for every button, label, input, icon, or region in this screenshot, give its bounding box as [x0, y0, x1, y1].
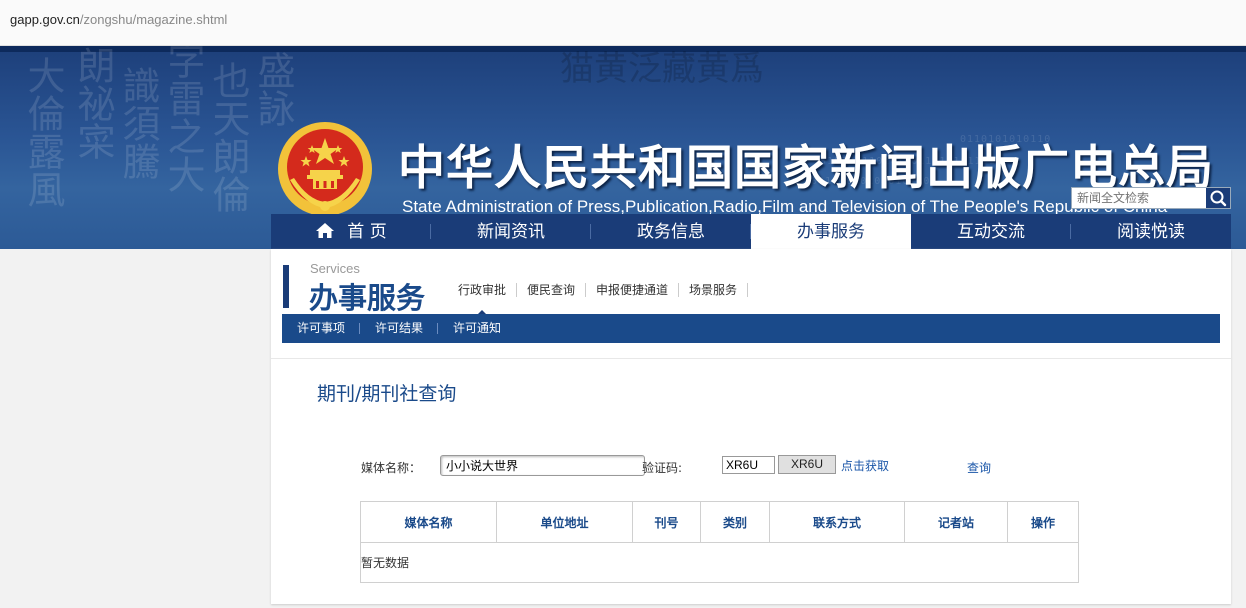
nav-item-label: 首 页 — [347, 222, 387, 242]
main-nav: 首 页 新闻资讯 政务信息 办事服务 互动交流 阅读悦读 — [271, 214, 1231, 249]
nav-item-home[interactable]: 首 页 — [271, 214, 431, 249]
home-icon — [316, 223, 335, 238]
query-button[interactable]: 查询 — [967, 459, 991, 476]
section-label-english: Services — [310, 261, 360, 276]
nav-item-services[interactable]: 办事服务 — [751, 214, 911, 249]
nav-item-label: 办事服务 — [797, 222, 865, 242]
nav-item-news[interactable]: 新闻资讯 — [431, 214, 591, 249]
calligraphy-decoration: 猫黄泛藏黄爲 — [560, 49, 764, 89]
column-header-issue-number: 刊号 — [632, 501, 701, 543]
captcha-image[interactable]: XR6U — [778, 455, 836, 474]
nav-item-reading[interactable]: 阅读悦读 — [1071, 214, 1231, 249]
subnav-item-license-notices[interactable]: 许可通知 — [438, 314, 516, 343]
calligraphy-decoration: 盛詠 — [251, 51, 295, 127]
content-panel: Services 办事服务 行政审批 便民查询 申报便捷通道 场景服务 许可事项… — [271, 249, 1231, 604]
calligraphy-decoration: 也天朗倫 — [206, 61, 250, 213]
nav-item-label: 政务信息 — [637, 222, 705, 242]
captcha-input[interactable] — [722, 456, 775, 474]
nav-item-label: 新闻资讯 — [477, 222, 545, 242]
search-input[interactable] — [1072, 188, 1209, 208]
page-title: 期刊/期刊社查询 — [317, 383, 457, 405]
table-row: 暂无数据 — [360, 542, 1079, 583]
column-header-contact: 联系方式 — [769, 501, 905, 543]
nav-item-government-info[interactable]: 政务信息 — [591, 214, 751, 249]
calligraphy-decoration: 大倫露風 — [21, 56, 65, 208]
section-link-scene-service[interactable]: 场景服务 — [679, 283, 749, 297]
section-title: 办事服务 — [309, 281, 426, 315]
column-header-media-name: 媒体名称 — [360, 501, 497, 543]
section-links: 行政审批 便民查询 申报便捷通道 场景服务 — [448, 283, 749, 316]
url-text[interactable]: gapp.gov.cn/zongshu/magazine.shtml — [10, 12, 227, 27]
search-button[interactable] — [1206, 188, 1230, 208]
url-path: /zongshu/magazine.shtml — [79, 12, 228, 27]
media-name-label: 媒体名称： — [361, 461, 422, 475]
subnav-item-license-results[interactable]: 许可结果 — [360, 314, 439, 343]
section-link-admin-approval[interactable]: 行政审批 — [448, 283, 518, 316]
section-link-public-query[interactable]: 便民查询 — [517, 283, 587, 297]
table-header-row: 媒体名称 单位地址 刊号 类别 联系方式 记者站 操作 — [360, 501, 1079, 543]
empty-state-text: 暂无数据 — [360, 542, 1079, 583]
url-domain: gapp.gov.cn — [10, 12, 80, 27]
sub-nav: 许可事项 许可结果 许可通知 — [282, 314, 1220, 343]
nav-item-label: 互动交流 — [957, 222, 1025, 242]
media-name-input[interactable] — [440, 455, 645, 476]
calligraphy-decoration: 識須騰 — [116, 66, 160, 180]
nav-item-label: 阅读悦读 — [1117, 222, 1185, 242]
section-link-quick-channel[interactable]: 申报便捷通道 — [586, 283, 680, 297]
get-captcha-link[interactable]: 点击获取 — [841, 457, 889, 474]
column-header-bureau: 记者站 — [904, 501, 1008, 543]
section-accent-bar — [283, 265, 289, 308]
national-emblem-icon — [278, 122, 372, 216]
query-content: 期刊/期刊社查询 媒体名称： 验证码: XR6U 点击获取 查询 媒体名称 单位… — [271, 358, 1231, 605]
site-search — [1071, 187, 1231, 209]
magnifier-icon — [1210, 190, 1227, 207]
browser-url-bar[interactable]: gapp.gov.cn/zongshu/magazine.shtml — [0, 0, 1246, 46]
column-header-action: 操作 — [1007, 501, 1079, 543]
results-table: 媒体名称 单位地址 刊号 类别 联系方式 记者站 操作 暂无数据 — [360, 501, 1079, 583]
calligraphy-decoration: 朗祕寀 — [71, 46, 115, 160]
captcha-label: 验证码: — [642, 461, 683, 475]
calligraphy-decoration: 字雷之大 — [161, 46, 205, 193]
subnav-item-license-items[interactable]: 许可事项 — [282, 314, 361, 343]
column-header-address: 单位地址 — [496, 501, 633, 543]
nav-item-interaction[interactable]: 互动交流 — [911, 214, 1071, 249]
column-header-category: 类别 — [700, 501, 770, 543]
